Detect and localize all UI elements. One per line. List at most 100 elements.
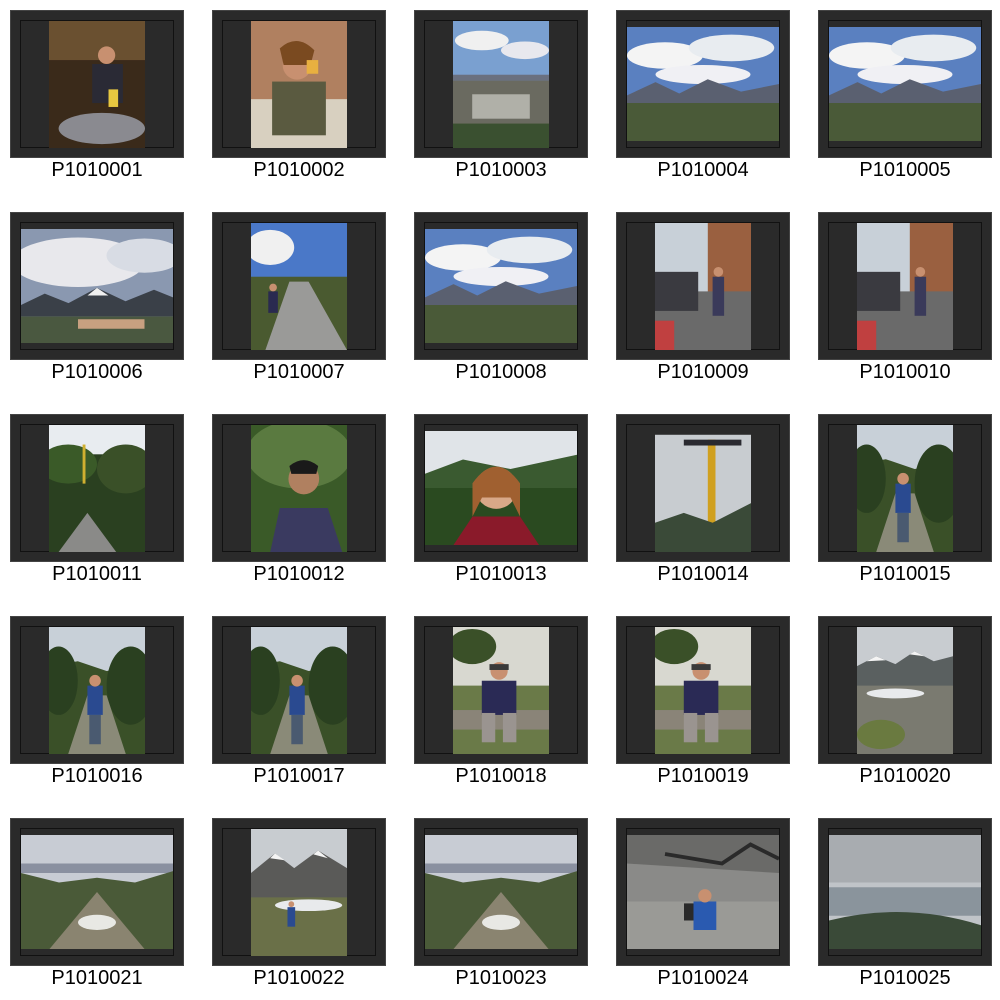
- thumbnail-label: P1010005: [859, 159, 951, 181]
- thumbnail-frame[interactable]: [10, 10, 184, 158]
- thumbnail-frame[interactable]: [616, 414, 790, 562]
- thumbnail-label: P1010009: [657, 361, 749, 383]
- thumbnail-item[interactable]: P1010019: [616, 616, 790, 806]
- thumbnail-image[interactable]: [425, 431, 577, 545]
- thumbnail-label: P1010015: [859, 563, 951, 585]
- thumbnail-image[interactable]: [49, 425, 145, 552]
- thumbnail-item[interactable]: P1010009: [616, 212, 790, 402]
- thumbnail-label: P1010019: [657, 765, 749, 787]
- thumbnail-frame[interactable]: [212, 414, 386, 562]
- thumbnail-label: P1010011: [52, 563, 142, 585]
- thumbnail-label: P1010004: [657, 159, 749, 181]
- thumbnail-item[interactable]: P1010010: [818, 212, 992, 402]
- thumbnail-label: P1010006: [51, 361, 143, 383]
- thumbnail-item[interactable]: P1010006: [10, 212, 184, 402]
- thumbnail-image[interactable]: [453, 627, 549, 754]
- thumbnail-frame[interactable]: [818, 10, 992, 158]
- thumbnail-frame[interactable]: [616, 212, 790, 360]
- thumbnail-frame[interactable]: [616, 10, 790, 158]
- thumbnail-item[interactable]: P1010007: [212, 212, 386, 402]
- thumbnail-frame[interactable]: [818, 616, 992, 764]
- thumbnail-label: P1010021: [51, 967, 143, 989]
- thumbnail-image[interactable]: [857, 627, 953, 754]
- thumbnail-label: P1010012: [253, 563, 345, 585]
- thumbnail-image[interactable]: [857, 223, 953, 350]
- thumbnail-image[interactable]: [21, 229, 173, 343]
- thumbnail-label: P1010022: [253, 967, 345, 989]
- thumbnail-item[interactable]: P1010011: [10, 414, 184, 604]
- thumbnail-image[interactable]: [655, 627, 751, 754]
- thumbnail-label: P1010016: [51, 765, 143, 787]
- thumbnail-frame[interactable]: [10, 212, 184, 360]
- thumbnail-image[interactable]: [49, 21, 145, 148]
- thumbnail-image[interactable]: [21, 835, 173, 949]
- thumbnail-frame[interactable]: [414, 414, 588, 562]
- thumbnail-frame[interactable]: [414, 212, 588, 360]
- thumbnail-label: P1010008: [455, 361, 547, 383]
- thumbnail-frame[interactable]: [414, 818, 588, 966]
- thumbnail-label: P1010018: [455, 765, 547, 787]
- thumbnail-frame[interactable]: [818, 818, 992, 966]
- thumbnail-item[interactable]: P1010005: [818, 10, 992, 200]
- thumbnail-image[interactable]: [655, 425, 751, 552]
- thumbnail-item[interactable]: P1010024: [616, 818, 790, 1000]
- thumbnail-label: P1010024: [657, 967, 749, 989]
- thumbnail-image[interactable]: [425, 229, 577, 343]
- thumbnail-item[interactable]: P1010016: [10, 616, 184, 806]
- thumbnail-image[interactable]: [627, 27, 779, 141]
- thumbnail-image[interactable]: [251, 627, 347, 754]
- thumbnail-item[interactable]: P1010004: [616, 10, 790, 200]
- thumbnail-frame[interactable]: [818, 414, 992, 562]
- thumbnail-label: P1010023: [455, 967, 547, 989]
- thumbnail-item[interactable]: P1010003: [414, 10, 588, 200]
- thumbnail-label: P1010025: [859, 967, 951, 989]
- thumbnail-image[interactable]: [251, 425, 347, 552]
- thumbnail-frame[interactable]: [414, 616, 588, 764]
- thumbnail-label: P1010003: [455, 159, 547, 181]
- thumbnail-frame[interactable]: [10, 414, 184, 562]
- thumbnail-image[interactable]: [251, 21, 347, 148]
- thumbnail-label: P1010007: [253, 361, 345, 383]
- thumbnail-image[interactable]: [627, 835, 779, 949]
- thumbnail-item[interactable]: P1010013: [414, 414, 588, 604]
- thumbnail-label: P1010002: [253, 159, 345, 181]
- thumbnail-frame[interactable]: [212, 212, 386, 360]
- thumbnail-frame[interactable]: [212, 10, 386, 158]
- thumbnail-item[interactable]: P1010023: [414, 818, 588, 1000]
- thumbnail-frame[interactable]: [212, 818, 386, 966]
- thumbnail-item[interactable]: P1010020: [818, 616, 992, 806]
- thumbnail-item[interactable]: P1010021: [10, 818, 184, 1000]
- thumbnail-label: P1010014: [657, 563, 749, 585]
- thumbnail-frame[interactable]: [616, 818, 790, 966]
- thumbnail-item[interactable]: P1010002: [212, 10, 386, 200]
- thumbnail-item[interactable]: P1010014: [616, 414, 790, 604]
- thumbnail-image[interactable]: [49, 627, 145, 754]
- thumbnail-item[interactable]: P1010025: [818, 818, 992, 1000]
- thumbnail-image[interactable]: [829, 835, 981, 949]
- thumbnail-grid: P1010001 P1010002 P1010003 P1010004 P1010005…: [0, 0, 1000, 1000]
- thumbnail-item[interactable]: P1010008: [414, 212, 588, 402]
- thumbnail-label: P1010013: [455, 563, 547, 585]
- thumbnail-label: P1010010: [859, 361, 951, 383]
- thumbnail-frame[interactable]: [10, 616, 184, 764]
- thumbnail-item[interactable]: P1010015: [818, 414, 992, 604]
- thumbnail-item[interactable]: P1010012: [212, 414, 386, 604]
- thumbnail-image[interactable]: [857, 425, 953, 552]
- thumbnail-image[interactable]: [425, 835, 577, 949]
- thumbnail-frame[interactable]: [212, 616, 386, 764]
- thumbnail-image[interactable]: [453, 21, 549, 148]
- thumbnail-item[interactable]: P1010022: [212, 818, 386, 1000]
- thumbnail-image[interactable]: [251, 223, 347, 350]
- thumbnail-image[interactable]: [655, 223, 751, 350]
- thumbnail-frame[interactable]: [414, 10, 588, 158]
- thumbnail-label: P1010020: [859, 765, 951, 787]
- thumbnail-item[interactable]: P1010001: [10, 10, 184, 200]
- thumbnail-frame[interactable]: [818, 212, 992, 360]
- thumbnail-frame[interactable]: [10, 818, 184, 966]
- thumbnail-label: P1010017: [253, 765, 345, 787]
- thumbnail-image[interactable]: [829, 27, 981, 141]
- thumbnail-item[interactable]: P1010018: [414, 616, 588, 806]
- thumbnail-item[interactable]: P1010017: [212, 616, 386, 806]
- thumbnail-frame[interactable]: [616, 616, 790, 764]
- thumbnail-image[interactable]: [251, 829, 347, 956]
